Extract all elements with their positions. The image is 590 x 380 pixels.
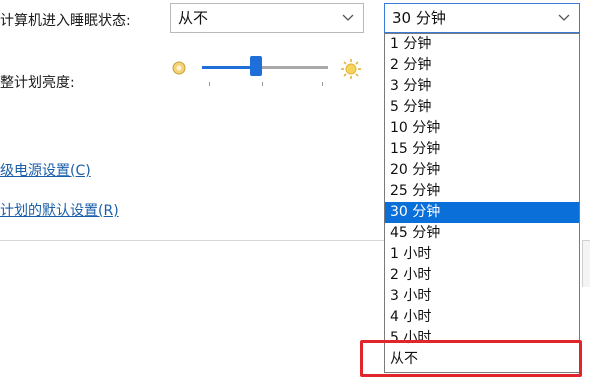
dropdown-option[interactable]: 1 分钟: [385, 34, 579, 55]
advanced-power-settings-link[interactable]: 级电源设置(C): [0, 160, 91, 180]
sleep-time-dropdown-list[interactable]: 1 分钟 2 分钟 3 分钟 5 分钟 10 分钟 15 分钟 20 分钟 25 分钟 30 分…: [384, 33, 580, 373]
dropdown-option[interactable]: 45 分钟: [385, 223, 579, 244]
partial-button-edge[interactable]: [582, 240, 590, 287]
dropdown-option[interactable]: 25 分钟: [385, 181, 579, 202]
advanced-power-settings-text: 级电源设置(C): [0, 163, 91, 179]
dropdown-option[interactable]: 10 分钟: [385, 118, 579, 139]
dropdown-option[interactable]: 20 分钟: [385, 160, 579, 181]
brightness-slider-fill: [202, 66, 257, 69]
dropdown-option[interactable]: 3 小时: [385, 286, 579, 307]
dropdown-option[interactable]: 5 分钟: [385, 97, 579, 118]
sleep-on-battery-value: 从不: [178, 9, 209, 27]
brightness-slider-thumb[interactable]: [250, 56, 263, 76]
sleep-on-battery-select[interactable]: 从不: [170, 3, 364, 33]
divider: [0, 240, 385, 241]
dropdown-option[interactable]: 2 小时: [385, 265, 579, 286]
dropdown-option[interactable]: 30 分钟: [385, 202, 579, 223]
slider-tick: [262, 82, 263, 86]
dropdown-option[interactable]: 15 分钟: [385, 139, 579, 160]
restore-default-settings-link[interactable]: 计划的默认设置(R): [0, 200, 119, 220]
slider-tick: [209, 82, 210, 86]
dropdown-option[interactable]: 1 小时: [385, 244, 579, 265]
dropdown-option[interactable]: 2 分钟: [385, 55, 579, 76]
restore-default-settings-text: 计划的默认设置(R): [0, 203, 119, 219]
sun-bright-icon: [340, 58, 362, 84]
slider-tick: [322, 82, 323, 86]
brightness-slider-track[interactable]: [202, 66, 328, 69]
sleep-label: 计算机进入睡眠状态:: [0, 13, 131, 29]
sleep-plugged-in-select[interactable]: 30 分钟: [384, 3, 580, 33]
chevron-down-icon: [341, 4, 355, 32]
dropdown-option[interactable]: 4 小时: [385, 307, 579, 328]
sleep-plugged-in-value: 30 分钟: [392, 9, 446, 27]
dropdown-option[interactable]: 3 分钟: [385, 76, 579, 97]
highlight-annotation-box: [360, 340, 582, 377]
sun-dim-icon: [171, 60, 187, 80]
chevron-down-icon: [557, 4, 571, 32]
brightness-label: 整计划亮度:: [0, 75, 75, 91]
